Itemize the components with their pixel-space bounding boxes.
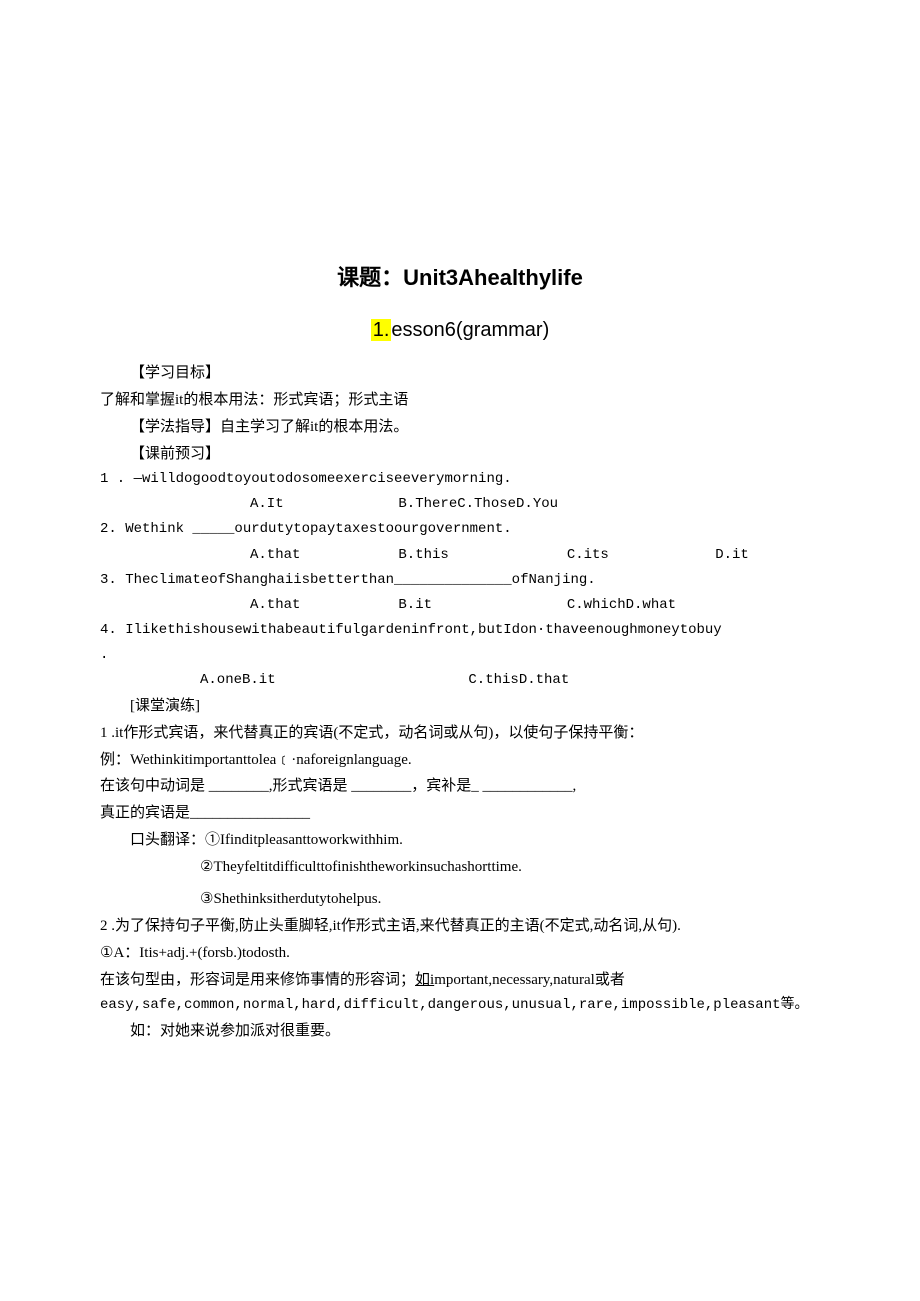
section-heading-preview: 【课前预习】 xyxy=(100,442,820,467)
section-heading-goal: 【学习目标】 xyxy=(100,361,820,386)
practice-1c: 在该句中动词是 ________,形式宾语是 ________，宾补是_ ___… xyxy=(100,774,820,799)
oral-translation-1: 口头翻译：①Ifinditpleasanttoworkwithhim. xyxy=(100,828,820,853)
option-a: A.that xyxy=(250,544,390,567)
question-2-options: A.that B.this C.its D.it xyxy=(100,544,820,567)
goal-text: 了解和掌握it的根本用法：形式宾语；形式主语 xyxy=(100,388,820,413)
option-b: B.it xyxy=(398,594,558,617)
option-cd: C.thisD.that xyxy=(468,672,569,688)
option-c: C.its xyxy=(567,544,707,567)
question-4-dot: . xyxy=(100,644,820,667)
question-4-options: A.oneB.it C.thisD.that xyxy=(100,669,820,692)
oral-translation-2: ②Theyfeltitdifficulttofinishtheworkinsuc… xyxy=(100,855,820,880)
oral-translation-3: ③Shethinksitherdutytohelpus. xyxy=(100,887,820,912)
option-b: B.this xyxy=(398,544,558,567)
document-page: 课题：Unit3Ahealthylife 1.esson6(grammar) 【… xyxy=(0,0,920,1146)
question-1: 1 . —willdogoodtoyoutodosomeexerciseever… xyxy=(100,468,820,491)
option-d: D.it xyxy=(715,547,749,563)
practice-2e: 如：对她来说参加派对很重要。 xyxy=(100,1019,820,1044)
option-bcd: B.ThereC.ThoseD.You xyxy=(398,496,558,512)
question-3: 3. TheclimateofShanghaiisbetterthan_____… xyxy=(100,569,820,592)
practice-2b: ①A：Itis+adj.+(forsb.)todosth. xyxy=(100,941,820,966)
p2c-text-a: 在该句型由，形容词是用来修饰事情的形容词； xyxy=(100,972,415,988)
option-a: A.It xyxy=(250,493,390,516)
question-3-options: A.that B.it C.whichD.what xyxy=(100,594,820,617)
option-a: A.that xyxy=(250,594,390,617)
p2c-text-c: mportant,necessary,natural或者 xyxy=(434,972,625,988)
practice-2a: 2 .为了保持句子平衡,防止头重脚轻,it作形式主语,来代替真正的主语(不定式,… xyxy=(100,914,820,939)
option-cd: C.whichD.what xyxy=(567,597,676,613)
practice-2d: easy,safe,common,normal,hard,difficult,d… xyxy=(100,994,820,1017)
question-2: 2. Wethink _____ourdutytopaytaxestoourgo… xyxy=(100,518,820,541)
practice-1b: 例：Wethinkitimportanttolea﹝·naforeignlang… xyxy=(100,748,820,773)
section-heading-guide: 【学法指导】自主学习了解it的根本用法。 xyxy=(100,415,820,440)
highlight-number: 1. xyxy=(371,319,392,341)
option-ab: A.oneB.it xyxy=(200,669,460,692)
practice-1a: 1 .it作形式宾语，来代替真正的宾语(不定式，动名词或从句)，以使句子保持平衡… xyxy=(100,721,820,746)
subtitle-text: esson6(grammar) xyxy=(391,319,549,341)
question-1-options: A.It B.ThereC.ThoseD.You xyxy=(100,493,820,516)
section-heading-practice: [课堂演练] xyxy=(100,694,820,719)
question-4: 4. Ilikethishousewithabeautifulgardeninf… xyxy=(100,619,820,642)
practice-2c: 在该句型由，形容词是用来修饰事情的形容词；如important,necessar… xyxy=(100,968,820,993)
practice-1d: 真正的宾语是________________ xyxy=(100,801,820,826)
p2c-underline: 如i xyxy=(415,972,434,988)
lesson-title: 课题：Unit3Ahealthylife xyxy=(100,260,820,296)
lesson-subtitle: 1.esson6(grammar) xyxy=(100,314,820,347)
